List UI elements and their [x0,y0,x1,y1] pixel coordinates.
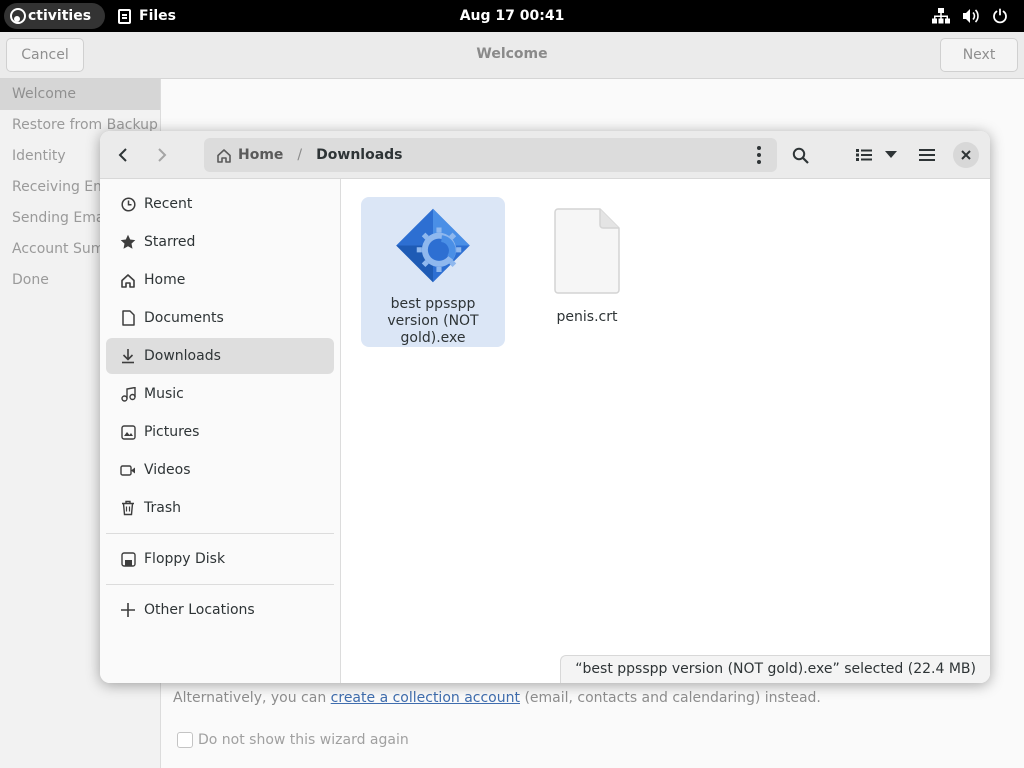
sidebar-item-label: Starred [144,234,196,250]
checkbox-label: Do not show this wizard again [198,732,409,748]
executable-icon [396,208,470,283]
sidebar-item-label: Videos [144,462,191,478]
trash-icon [120,500,136,516]
sidebar-item-recent[interactable]: Recent [106,186,334,222]
sidebar-item-home[interactable]: Home [106,262,334,298]
floppy-icon [120,551,136,567]
places-sidebar: Recent Starred Home Documents Downloads … [100,179,341,683]
wizard-title: Welcome [476,46,548,62]
app-name: Files [139,8,176,24]
sidebar-item-label: Recent [144,196,193,212]
files-app-icon [118,8,131,24]
sidebar-item-label: Pictures [144,424,200,440]
breadcrumb-home-label: Home [238,147,284,163]
search-icon [792,147,809,164]
file-grid: best ppsspp version (NOT gold).exe penis… [341,179,990,683]
generic-file-icon [554,208,620,294]
sidebar-item-trash[interactable]: Trash [106,490,334,526]
cancel-button[interactable]: Cancel [6,38,84,72]
dialog-header: Home / Downloads [100,131,990,179]
breadcrumb-separator: / [297,147,303,163]
plus-icon [120,602,136,618]
sidebar-item-music[interactable]: Music [106,376,334,412]
sidebar-item-downloads[interactable]: Downloads [106,338,334,374]
breadcrumb-home[interactable]: Home [216,147,283,163]
hamburger-menu-icon [919,149,935,161]
more-dot-icon [757,153,761,157]
forward-button[interactable] [145,138,179,172]
top-bar: ctivities Files Aug 17 00:41 [0,0,1024,32]
more-dot-icon [757,146,761,150]
step-welcome: Welcome [0,79,160,110]
back-button[interactable] [106,138,140,172]
breadcrumb-downloads[interactable]: Downloads [316,147,402,163]
file-chooser-dialog: Home / Downloads Recent Starred Home Doc… [100,131,990,683]
sidebar-item-label: Home [144,272,186,288]
alternative-text-prefix: Alternatively, you can [173,690,331,706]
sidebar-item-floppy-disk[interactable]: Floppy Disk [106,541,334,577]
clock-icon [120,196,136,212]
next-button[interactable]: Next [940,38,1018,72]
chevron-left-icon [118,148,127,162]
wizard-header: Cancel Welcome Next [0,32,1024,79]
selection-status: “best ppsspp version (NOT gold).exe” sel… [560,655,990,683]
alternative-text-suffix: (email, contacts and calendaring) instea… [520,690,821,706]
sidebar-item-label: Other Locations [144,602,255,618]
checkbox-box[interactable] [177,732,193,748]
sidebar-item-label: Documents [144,310,224,326]
home-icon [217,148,231,163]
chevron-right-icon [158,148,167,162]
sidebar-item-label: Trash [144,500,181,516]
file-item-crt[interactable]: penis.crt [515,197,659,347]
sidebar-item-starred[interactable]: Starred [106,224,334,260]
file-item-exe[interactable]: best ppsspp version (NOT gold).exe [361,197,505,347]
volume-icon [963,9,979,23]
search-button[interactable] [783,138,817,172]
sidebar-item-label: Floppy Disk [144,551,226,567]
sidebar-item-videos[interactable]: Videos [106,452,334,488]
star-icon [120,234,136,250]
network-icon [932,8,950,24]
path-menu-button[interactable] [749,143,769,167]
sidebar-item-label: Downloads [144,348,221,364]
picture-icon [120,424,136,440]
music-icon [120,386,136,402]
do-not-show-checkbox[interactable]: Do not show this wizard again [177,732,409,748]
file-name: penis.crt [556,309,618,325]
more-dot-icon [757,160,761,164]
path-bar: Home / Downloads [204,138,777,172]
system-tray[interactable] [932,0,1008,32]
sidebar-item-label: Music [144,386,184,402]
file-name: best ppsspp version (NOT gold).exe [387,296,479,346]
main-menu-button[interactable] [910,138,944,172]
sidebar-separator [106,533,334,534]
sidebar-item-pictures[interactable]: Pictures [106,414,334,450]
sidebar-item-documents[interactable]: Documents [106,300,334,336]
activities-label: ctivities [28,8,92,24]
document-icon [120,310,136,326]
close-button[interactable] [953,142,979,168]
download-icon [120,348,136,364]
activities-icon [10,8,26,24]
power-icon [993,8,1007,24]
view-options-button[interactable] [876,138,906,172]
chevron-down-icon [885,151,897,158]
close-icon [961,150,971,160]
sidebar-separator [106,584,334,585]
list-view-icon [856,149,872,161]
activities-button[interactable]: ctivities [4,3,106,29]
home-icon [120,272,136,288]
alternative-text: Alternatively, you can create a collecti… [173,690,821,706]
app-menu-button[interactable]: Files [118,0,176,32]
create-collection-account-link[interactable]: create a collection account [331,690,520,706]
sidebar-item-other-locations[interactable]: Other Locations [106,592,334,628]
video-icon [120,462,136,478]
